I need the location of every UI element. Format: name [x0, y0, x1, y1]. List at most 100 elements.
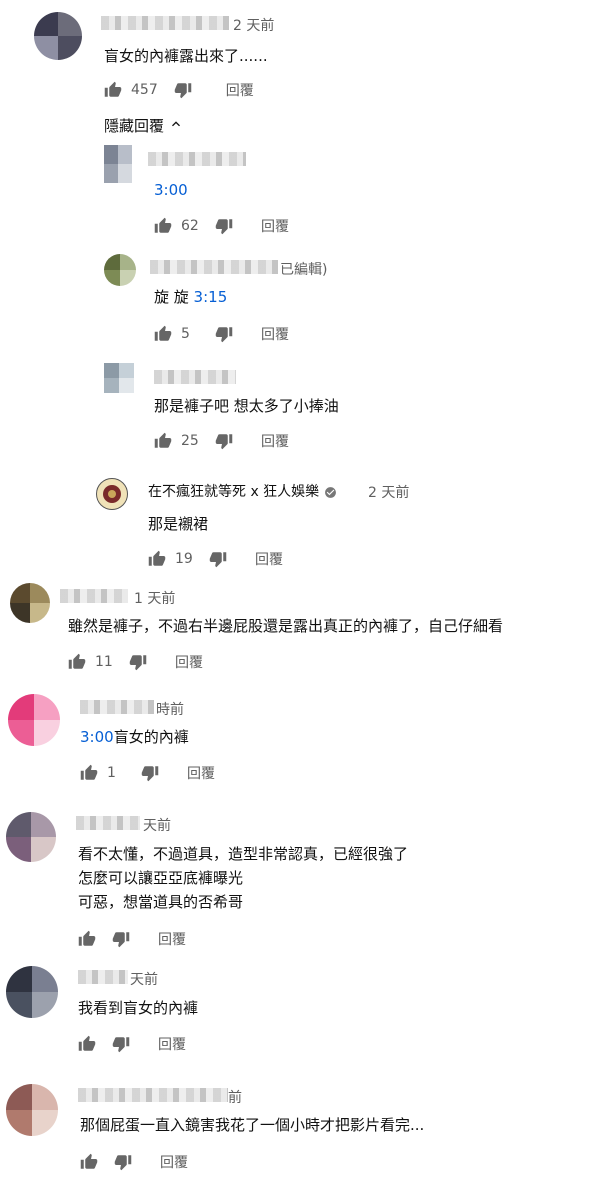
like-button[interactable]: [68, 653, 86, 671]
comment-actions: 5 回覆: [154, 323, 289, 345]
thumb-up-icon: [154, 325, 172, 343]
verified-check-icon: [324, 484, 337, 500]
like-count: 25: [181, 433, 199, 449]
like-count: 19: [175, 551, 193, 567]
author-name[interactable]: [80, 700, 154, 714]
author-name[interactable]: [150, 260, 278, 274]
like-button[interactable]: [78, 930, 96, 948]
reply-button[interactable]: 回覆: [261, 324, 289, 344]
dislike-button[interactable]: [129, 653, 147, 671]
avatar[interactable]: [104, 254, 136, 286]
comment-actions: 19 回覆: [148, 548, 283, 570]
dislike-button[interactable]: [209, 550, 227, 568]
comment-time[interactable]: 前: [228, 1087, 242, 1107]
comment-time[interactable]: 2 天前: [233, 15, 274, 35]
like-button[interactable]: [80, 1153, 98, 1171]
reply-button[interactable]: 回覆: [261, 216, 289, 236]
channel-name[interactable]: 在不瘋狂就等死 x 狂人娛樂: [148, 484, 319, 500]
comment-actions: 25 回覆: [154, 430, 289, 452]
timestamp-link[interactable]: 3:15: [194, 288, 228, 306]
thumb-down-icon: [112, 930, 130, 948]
comment-time[interactable]: 2 天前: [368, 482, 409, 502]
thumb-up-icon: [154, 432, 172, 450]
like-count: 1: [107, 765, 116, 781]
comment-actions: 1 回覆: [80, 762, 215, 784]
author-name[interactable]: [78, 1088, 228, 1102]
comment-time[interactable]: 時前: [156, 699, 184, 719]
dislike-button[interactable]: [174, 81, 192, 99]
comment-actions: 回覆: [78, 928, 186, 950]
timestamp-link[interactable]: 3:00: [154, 178, 188, 202]
thumb-up-icon: [154, 217, 172, 235]
avatar[interactable]: [6, 812, 56, 862]
like-count: 5: [181, 326, 190, 342]
dislike-button[interactable]: [112, 930, 130, 948]
reply-button[interactable]: 回覆: [187, 763, 215, 783]
dislike-button[interactable]: [112, 1035, 130, 1053]
hide-replies-label: 隱藏回覆: [104, 117, 165, 135]
thumb-up-icon: [68, 653, 86, 671]
like-count: 62: [181, 218, 199, 234]
like-button[interactable]: [78, 1035, 96, 1053]
reply-button[interactable]: 回覆: [255, 549, 283, 569]
author-name[interactable]: [101, 16, 229, 30]
avatar[interactable]: [6, 966, 58, 1018]
avatar[interactable]: [104, 145, 132, 183]
like-button[interactable]: [148, 550, 166, 568]
comment-text: 我看到盲女的內褲: [78, 999, 199, 1017]
like-button[interactable]: [154, 325, 172, 343]
comment-time[interactable]: 1 天前: [134, 588, 175, 608]
chevron-up-icon: [164, 116, 184, 136]
avatar[interactable]: [10, 583, 50, 623]
reply-button[interactable]: 回覆: [158, 929, 186, 949]
comment-actions: 457 回覆: [104, 79, 254, 101]
comment-actions: 回覆: [78, 1033, 186, 1055]
reply-button[interactable]: 回覆: [226, 80, 254, 100]
like-count: 11: [95, 654, 113, 670]
like-button[interactable]: [80, 764, 98, 782]
avatar[interactable]: [6, 1084, 58, 1136]
author-name[interactable]: [60, 589, 128, 603]
reply-button[interactable]: 回覆: [261, 431, 289, 451]
comment-text: 那是襯裙: [148, 515, 209, 533]
dislike-button[interactable]: [215, 325, 233, 343]
dislike-button[interactable]: [215, 217, 233, 235]
author-name[interactable]: [148, 152, 246, 166]
comment-text-line: 看不太懂，不過道具，造型非常認真，已經很強了: [78, 845, 409, 863]
avatar[interactable]: [104, 363, 134, 393]
channel-avatar[interactable]: [96, 478, 128, 510]
author-name[interactable]: [154, 370, 236, 384]
comment-text: 那個屁蛋一直入鏡害我花了一個小時才把影片看完...: [80, 1116, 425, 1134]
thumb-down-icon: [129, 653, 147, 671]
comment-time[interactable]: 天前: [143, 815, 171, 835]
like-button[interactable]: [154, 217, 172, 235]
comment-text-line: 怎麼可以讓亞亞底褲曝光: [78, 869, 244, 887]
author-name[interactable]: [78, 970, 128, 984]
comment-actions: 11 回覆: [68, 651, 203, 673]
thumb-down-icon: [209, 550, 227, 568]
hide-replies-toggle[interactable]: 隱藏回覆: [104, 115, 184, 136]
reply-button[interactable]: 回覆: [175, 652, 203, 672]
thumb-down-icon: [112, 1035, 130, 1053]
comment-actions: 回覆: [80, 1151, 188, 1173]
comment-time[interactable]: 已編輯): [280, 259, 327, 279]
thumb-up-icon: [80, 1153, 98, 1171]
dislike-button[interactable]: [114, 1153, 132, 1171]
thumb-up-icon: [78, 1035, 96, 1053]
comment-time[interactable]: 天前: [130, 969, 158, 989]
author-name[interactable]: 在不瘋狂就等死 x 狂人娛樂: [148, 480, 337, 504]
author-name[interactable]: [76, 816, 140, 830]
avatar[interactable]: [8, 694, 60, 746]
thumb-down-icon: [215, 325, 233, 343]
timestamp-link[interactable]: 3:00: [80, 728, 114, 746]
thumb-up-icon: [104, 81, 122, 99]
dislike-button[interactable]: [141, 764, 159, 782]
thumb-down-icon: [215, 432, 233, 450]
like-button[interactable]: [154, 432, 172, 450]
reply-button[interactable]: 回覆: [160, 1152, 188, 1172]
thumb-down-icon: [114, 1153, 132, 1171]
dislike-button[interactable]: [215, 432, 233, 450]
like-button[interactable]: [104, 81, 122, 99]
reply-button[interactable]: 回覆: [158, 1034, 186, 1054]
avatar[interactable]: [34, 12, 82, 60]
